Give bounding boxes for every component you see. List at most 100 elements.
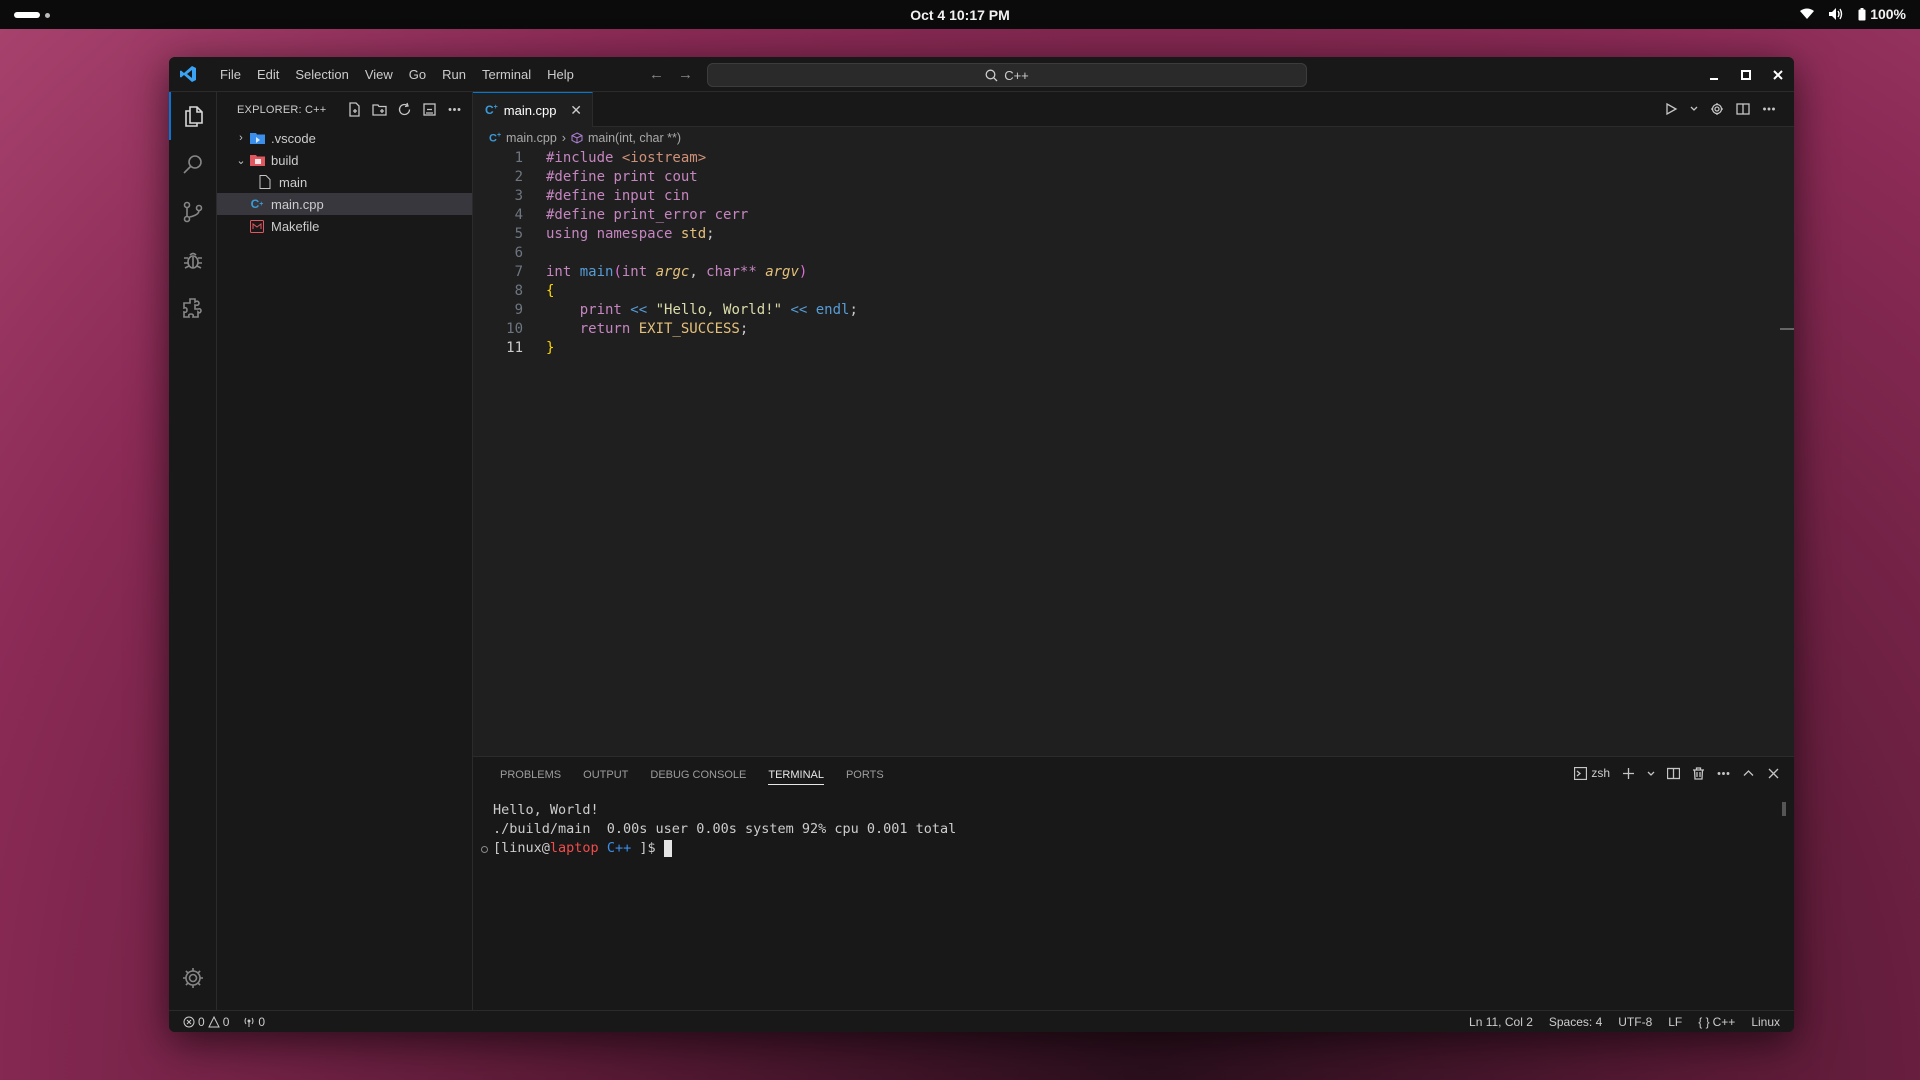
menu-selection[interactable]: Selection bbox=[287, 67, 356, 82]
menu-run[interactable]: Run bbox=[434, 67, 474, 82]
split-terminal-icon[interactable] bbox=[1667, 767, 1680, 780]
breadcrumb-symbol[interactable]: main(int, char **) bbox=[588, 131, 681, 145]
explorer-title: EXPLORER: C++ bbox=[237, 103, 327, 116]
maximize-button[interactable] bbox=[1730, 57, 1762, 92]
code-token: input bbox=[613, 188, 665, 204]
tab-label: PORTS bbox=[845, 768, 884, 781]
tab-label: OUTPUT bbox=[583, 768, 629, 781]
title-bar: File Edit Selection View Go Run Terminal… bbox=[169, 57, 1794, 92]
tree-item-main-cpp[interactable]: C + main.cpp bbox=[217, 193, 472, 215]
minimize-button[interactable] bbox=[1698, 57, 1730, 92]
code-token: argv bbox=[765, 264, 799, 280]
tree-item-build[interactable]: ⌄ build bbox=[217, 149, 472, 171]
search-icon bbox=[183, 155, 202, 174]
new-terminal-icon[interactable] bbox=[1622, 767, 1635, 780]
activity-explorer[interactable] bbox=[169, 92, 217, 140]
problems-indicator[interactable]: 0 0 bbox=[183, 1015, 229, 1029]
code-token: ( bbox=[613, 264, 622, 280]
terminal-shell-selector[interactable]: zsh bbox=[1574, 766, 1610, 780]
gear-icon bbox=[183, 968, 203, 988]
indentation[interactable]: Spaces: 4 bbox=[1549, 1015, 1602, 1029]
menu-terminal[interactable]: Terminal bbox=[474, 67, 539, 82]
menu-view[interactable]: View bbox=[357, 67, 401, 82]
activity-search[interactable] bbox=[169, 140, 217, 188]
new-folder-icon[interactable] bbox=[372, 102, 387, 117]
activity-run-debug[interactable] bbox=[169, 236, 217, 284]
close-panel-icon[interactable] bbox=[1767, 767, 1780, 780]
command-center-search[interactable]: C++ bbox=[707, 63, 1307, 87]
code-editor[interactable]: 1 #include <iostream> 2 #define print cout… bbox=[473, 149, 1794, 749]
code-line: 1 #include <iostream> bbox=[473, 149, 1794, 168]
ports-indicator[interactable]: 0 bbox=[243, 1015, 265, 1029]
encoding[interactable]: UTF-8 bbox=[1618, 1015, 1652, 1029]
refresh-icon[interactable] bbox=[397, 102, 412, 117]
maximize-panel-icon[interactable] bbox=[1742, 767, 1755, 780]
end-of-line[interactable]: LF bbox=[1668, 1015, 1682, 1029]
chevron-down-icon[interactable] bbox=[1647, 767, 1655, 780]
back-arrow-icon[interactable]: ← bbox=[649, 66, 664, 83]
shell-name: zsh bbox=[1591, 766, 1610, 780]
line-number: 9 bbox=[514, 302, 523, 318]
more-actions-icon[interactable] bbox=[1717, 767, 1730, 780]
split-editor-icon[interactable] bbox=[1736, 102, 1750, 116]
tree-item-vscode[interactable]: › .vscode bbox=[217, 127, 472, 149]
system-clock[interactable]: Oct 4 10:17 PM bbox=[0, 7, 1920, 23]
wifi-icon bbox=[1800, 8, 1815, 19]
chevron-right-icon: › bbox=[239, 132, 243, 144]
volume-icon bbox=[1829, 8, 1843, 20]
code-line: 3 #define input cin bbox=[473, 187, 1794, 206]
code-token: main bbox=[579, 264, 614, 280]
forward-arrow-icon[interactable]: → bbox=[678, 66, 693, 83]
activity-extensions[interactable] bbox=[169, 284, 217, 332]
menu-help[interactable]: Help bbox=[539, 67, 582, 82]
system-tray[interactable]: 100% bbox=[1800, 6, 1906, 22]
tab-output[interactable]: OUTPUT bbox=[572, 757, 639, 792]
new-file-icon[interactable] bbox=[347, 102, 362, 117]
gear-icon[interactable] bbox=[1710, 102, 1724, 116]
collapse-all-icon[interactable] bbox=[422, 102, 437, 117]
activity-manage[interactable] bbox=[169, 954, 217, 1002]
close-tab-icon[interactable]: ✕ bbox=[570, 102, 582, 119]
close-window-button[interactable] bbox=[1762, 57, 1794, 92]
error-count: 0 bbox=[198, 1014, 205, 1029]
platform[interactable]: Linux bbox=[1751, 1015, 1780, 1029]
line-number: 4 bbox=[514, 207, 523, 223]
code-token: { bbox=[546, 283, 555, 299]
code-token: #define bbox=[546, 169, 614, 185]
code-token: ; bbox=[739, 321, 749, 337]
menu-edit[interactable]: Edit bbox=[249, 67, 287, 82]
warning-count: 0 bbox=[222, 1014, 230, 1029]
trash-icon[interactable] bbox=[1692, 766, 1705, 780]
line-number: 1 bbox=[514, 150, 523, 166]
window-controls bbox=[1698, 57, 1794, 92]
line-number: 10 bbox=[506, 321, 523, 337]
tab-main-cpp[interactable]: C+ main.cpp ✕ bbox=[473, 92, 593, 127]
breadcrumb-file[interactable]: main.cpp bbox=[506, 131, 557, 145]
tab-terminal[interactable]: TERMINAL bbox=[757, 757, 835, 792]
menu-go[interactable]: Go bbox=[401, 67, 434, 82]
run-icon[interactable] bbox=[1664, 102, 1678, 116]
terminal-line: ./build/main 0.00s user 0.00s system 92%… bbox=[493, 821, 957, 837]
terminal-scrollbar[interactable] bbox=[1782, 802, 1786, 816]
activity-source-control[interactable] bbox=[169, 188, 217, 236]
tree-item-makefile[interactable]: Makefile bbox=[217, 215, 472, 237]
tab-ports[interactable]: PORTS bbox=[835, 757, 895, 792]
chevron-down-icon[interactable] bbox=[1690, 102, 1698, 116]
menu-file[interactable]: File bbox=[212, 67, 249, 82]
line-number: 11 bbox=[506, 340, 523, 356]
code-line: 6 bbox=[473, 244, 1794, 263]
code-token: cout bbox=[664, 169, 698, 185]
chevron-down-icon: ⌄ bbox=[236, 154, 246, 167]
tree-item-main[interactable]: main bbox=[217, 171, 472, 193]
editor-tabs: C+ main.cpp ✕ bbox=[473, 92, 1794, 127]
more-actions-icon[interactable] bbox=[1762, 102, 1776, 116]
code-token: cin bbox=[664, 188, 690, 204]
language-mode[interactable]: { } C++ bbox=[1698, 1015, 1735, 1029]
more-actions-icon[interactable] bbox=[447, 102, 462, 117]
tab-problems[interactable]: PROBLEMS bbox=[489, 757, 572, 792]
broadcast-icon bbox=[244, 1017, 254, 1027]
cursor-position[interactable]: Ln 11, Col 2 bbox=[1469, 1015, 1533, 1029]
terminal-output[interactable]: Hello, World! ./build/main 0.00s user 0.… bbox=[481, 801, 957, 858]
code-token: print bbox=[546, 302, 631, 318]
tab-debug-console[interactable]: DEBUG CONSOLE bbox=[639, 757, 757, 792]
